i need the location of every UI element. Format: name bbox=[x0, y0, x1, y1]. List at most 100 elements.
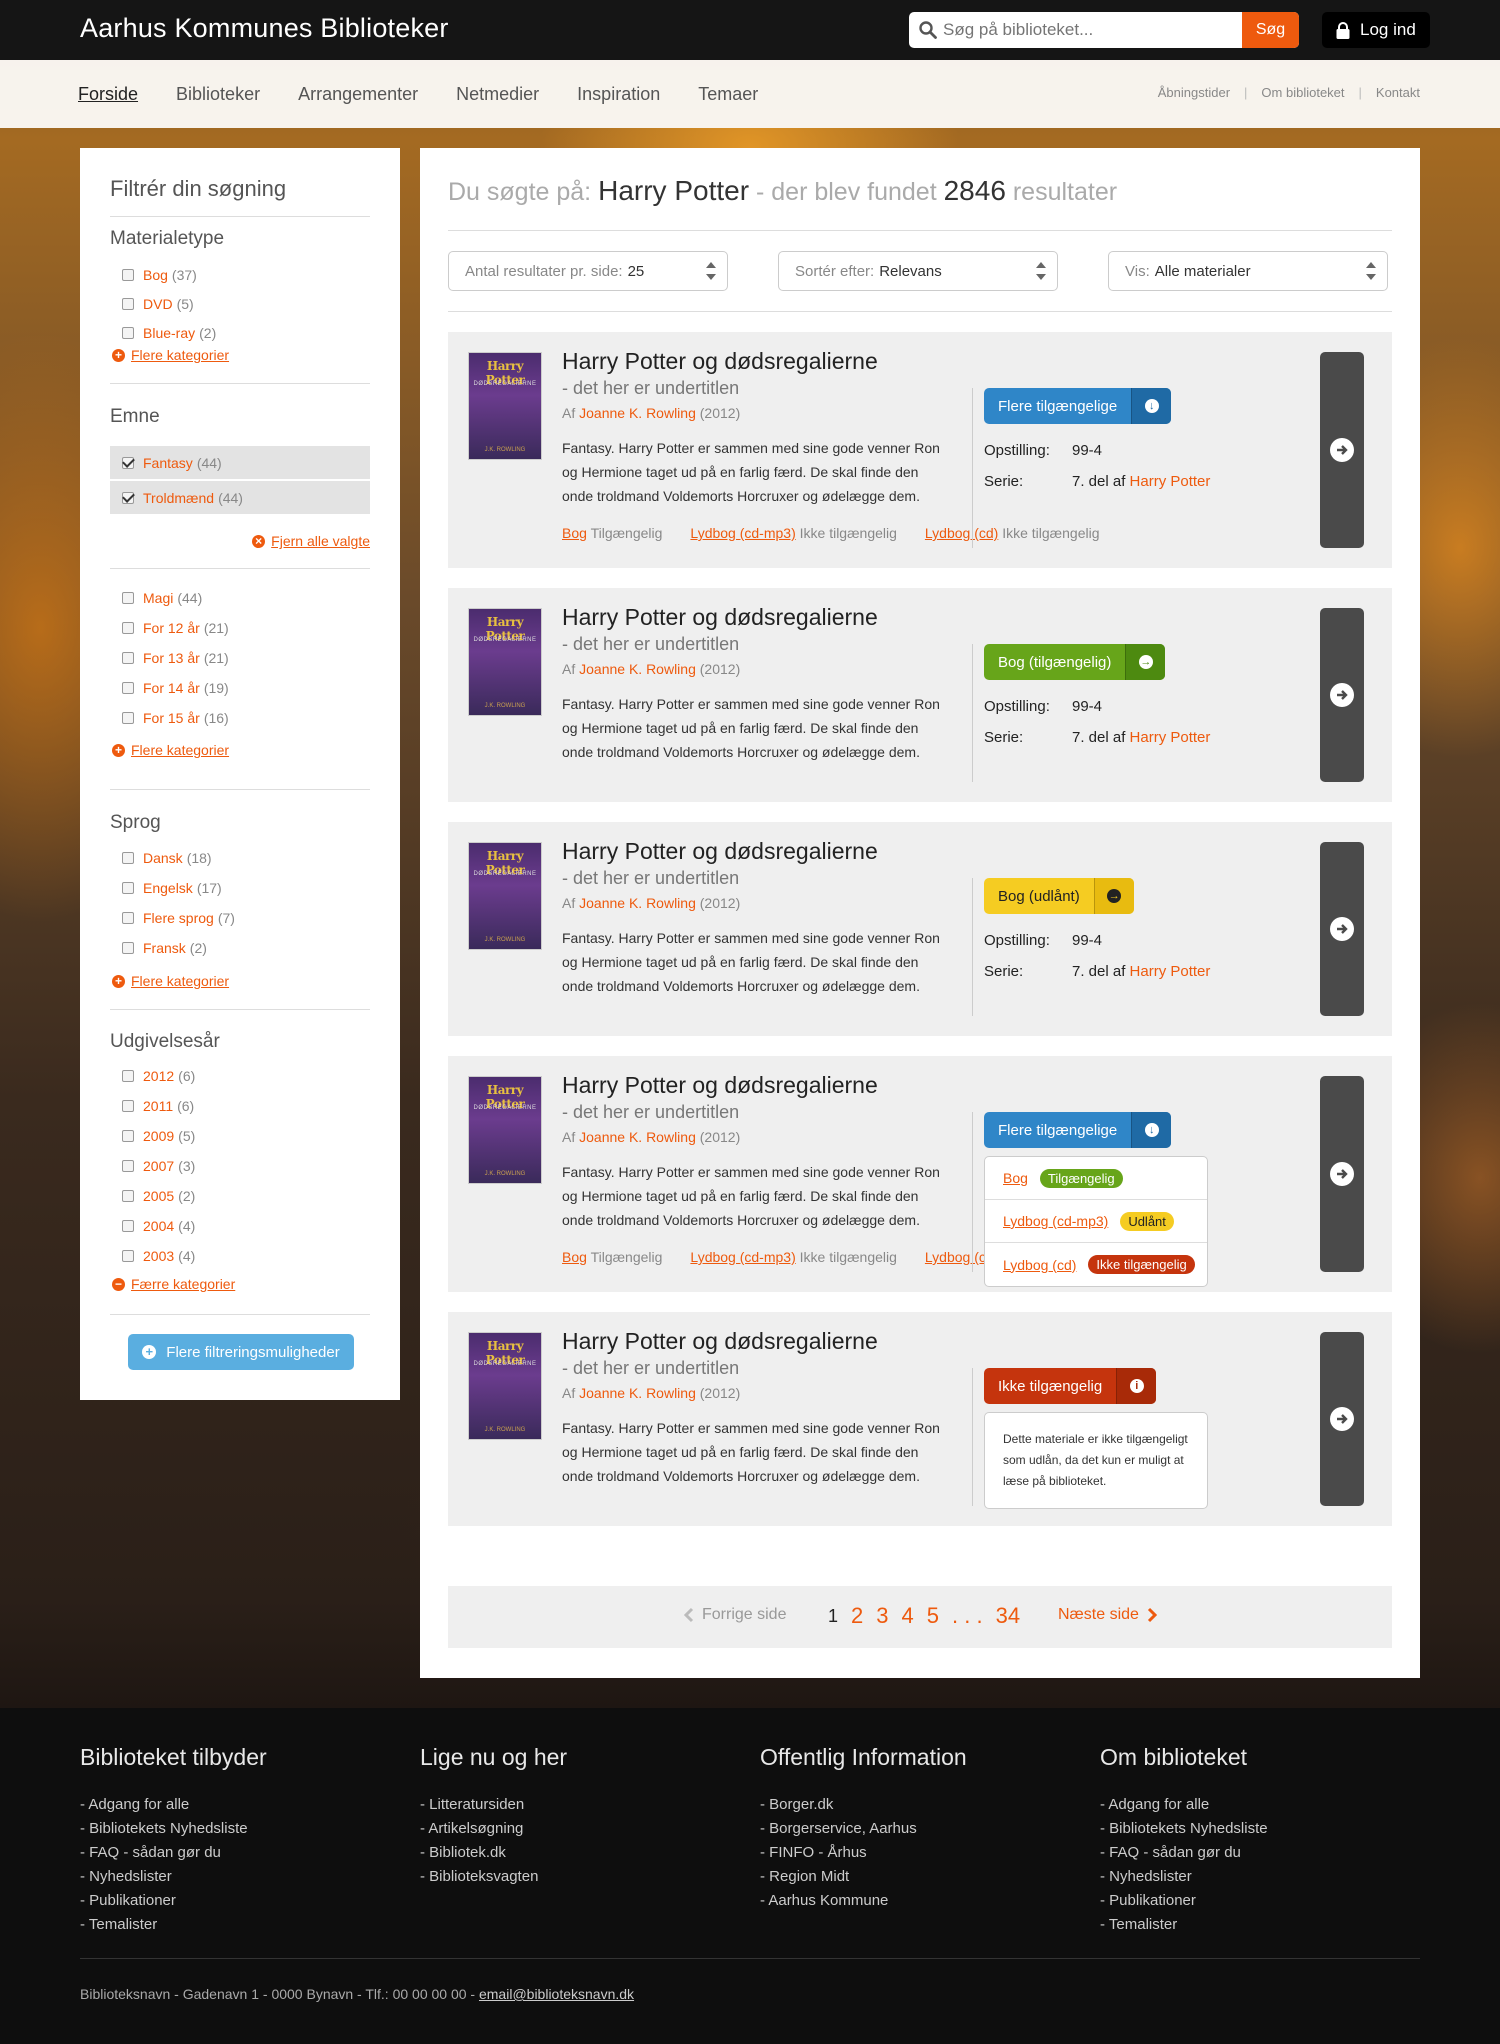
author-link[interactable]: Joanne K. Rowling bbox=[579, 661, 696, 677]
status-button[interactable]: Bog (udlånt) → bbox=[984, 878, 1134, 914]
checkbox[interactable] bbox=[122, 1130, 134, 1142]
next-page-link[interactable]: Næste side bbox=[1058, 1606, 1157, 1624]
filter-option[interactable]: Troldmænd (44) bbox=[110, 481, 370, 514]
author-link[interactable]: Joanne K. Rowling bbox=[579, 1385, 696, 1401]
filter-option[interactable]: For 12 år (21) bbox=[110, 618, 370, 638]
page-number-link[interactable]: 2 bbox=[851, 1603, 863, 1629]
author-link[interactable]: Joanne K. Rowling bbox=[579, 895, 696, 911]
nav-util-link[interactable]: Kontakt bbox=[1376, 85, 1420, 100]
series-link[interactable]: Harry Potter bbox=[1130, 963, 1211, 980]
footer-link[interactable]: - Borgerservice, Aarhus bbox=[760, 1817, 967, 1841]
footer-link[interactable]: - Nyhedslister bbox=[1100, 1865, 1268, 1889]
prev-page-link[interactable]: Forrige side bbox=[684, 1606, 786, 1624]
footer-link[interactable]: - Bibliotek.dk bbox=[420, 1841, 567, 1865]
checkbox[interactable] bbox=[122, 456, 134, 469]
search-button[interactable]: Søg bbox=[1242, 12, 1299, 48]
status-button[interactable]: Flere tilgængelige ↓ bbox=[984, 388, 1172, 424]
series-link[interactable]: Harry Potter bbox=[1130, 729, 1211, 746]
nav-util-link[interactable]: Åbningstider bbox=[1158, 85, 1230, 100]
results-select[interactable]: Vis: Alle materialer bbox=[1108, 251, 1388, 291]
footer-link[interactable]: - Bibliotekets Nyhedsliste bbox=[80, 1817, 267, 1841]
checkbox[interactable] bbox=[122, 1190, 134, 1202]
footer-link[interactable]: - Adgang for alle bbox=[1100, 1793, 1268, 1817]
book-cover[interactable]: Harry Potter DØDSREGALIERNE J.K. ROWLING bbox=[468, 608, 542, 716]
nav-item-arrangementer[interactable]: Arrangementer bbox=[298, 84, 418, 105]
page-number-link[interactable]: 1 bbox=[828, 1603, 838, 1629]
more-categories-link[interactable]: + Flere kategorier bbox=[112, 973, 229, 989]
page-number-link[interactable]: 34 bbox=[996, 1603, 1020, 1629]
more-categories-link[interactable]: + Flere kategorier bbox=[112, 347, 229, 363]
checkbox[interactable] bbox=[122, 712, 134, 724]
checkbox[interactable] bbox=[122, 852, 134, 864]
filter-option[interactable]: 2005 (2) bbox=[110, 1186, 370, 1206]
result-title[interactable]: Harry Potter og dødsregalierne bbox=[562, 348, 878, 375]
filter-option[interactable]: Dansk (18) bbox=[110, 848, 370, 868]
filter-option[interactable]: For 13 år (21) bbox=[110, 648, 370, 668]
filter-option[interactable]: 2012 (6) bbox=[110, 1066, 370, 1086]
footer-link[interactable]: - Temalister bbox=[1100, 1913, 1268, 1937]
footer-link[interactable]: - Litteratursiden bbox=[420, 1793, 567, 1817]
open-result-button[interactable] bbox=[1320, 352, 1364, 548]
result-title[interactable]: Harry Potter og dødsregalierne bbox=[562, 1328, 878, 1355]
more-filters-button[interactable]: + Flere filtreringsmuligheder bbox=[128, 1334, 354, 1370]
checkbox[interactable] bbox=[122, 882, 134, 894]
page-number-link[interactable]: 4 bbox=[902, 1603, 914, 1629]
nav-item-inspiration[interactable]: Inspiration bbox=[577, 84, 660, 105]
open-result-button[interactable] bbox=[1320, 608, 1364, 782]
checkbox[interactable] bbox=[122, 942, 134, 954]
filter-option[interactable]: Flere sprog (7) bbox=[110, 908, 370, 928]
footer-link[interactable]: - Temalister bbox=[80, 1913, 267, 1937]
status-button[interactable]: Bog (tilgængelig) → bbox=[984, 644, 1166, 680]
footer-link[interactable]: - Bibliotekets Nyhedsliste bbox=[1100, 1817, 1268, 1841]
status-button[interactable]: Flere tilgængelige ↓ bbox=[984, 1112, 1172, 1148]
checkbox[interactable] bbox=[122, 1160, 134, 1172]
filter-option[interactable]: 2004 (4) bbox=[110, 1216, 370, 1236]
more-categories-link[interactable]: − Færre kategorier bbox=[112, 1276, 235, 1292]
open-result-button[interactable] bbox=[1320, 1076, 1364, 1272]
material-link[interactable]: Bog bbox=[562, 525, 587, 541]
nav-util-link[interactable]: Om biblioteket bbox=[1261, 85, 1344, 100]
material-link[interactable]: Lydbog (cd-mp3) bbox=[690, 525, 795, 541]
email-link[interactable]: email@biblioteksnavn.dk bbox=[479, 1986, 634, 2002]
filter-option[interactable]: For 14 år (19) bbox=[110, 678, 370, 698]
footer-link[interactable]: - Nyhedslister bbox=[80, 1865, 267, 1889]
result-title[interactable]: Harry Potter og dødsregalierne bbox=[562, 1072, 878, 1099]
filter-option[interactable]: 2011 (6) bbox=[110, 1096, 370, 1116]
nav-item-biblioteker[interactable]: Biblioteker bbox=[176, 84, 260, 105]
footer-link[interactable]: - FAQ - sådan gør du bbox=[80, 1841, 267, 1865]
open-result-button[interactable] bbox=[1320, 1332, 1364, 1506]
checkbox[interactable] bbox=[122, 592, 134, 604]
book-cover[interactable]: Harry Potter DØDSREGALIERNE J.K. ROWLING bbox=[468, 842, 542, 950]
nav-item-temaer[interactable]: Temaer bbox=[698, 84, 758, 105]
status-button[interactable]: Ikke tilgængelig i bbox=[984, 1368, 1157, 1404]
footer-link[interactable]: - FINFO - Århus bbox=[760, 1841, 967, 1865]
checkbox[interactable] bbox=[122, 1100, 134, 1112]
book-cover[interactable]: Harry Potter DØDSREGALIERNE J.K. ROWLING bbox=[468, 352, 542, 460]
footer-link[interactable]: - FAQ - sådan gør du bbox=[1100, 1841, 1268, 1865]
checkbox[interactable] bbox=[122, 1220, 134, 1232]
checkbox[interactable] bbox=[122, 682, 134, 694]
footer-link[interactable]: - Biblioteksvagten bbox=[420, 1865, 567, 1889]
checkbox[interactable] bbox=[122, 491, 134, 504]
result-title[interactable]: Harry Potter og dødsregalierne bbox=[562, 838, 878, 865]
filter-option[interactable]: Fantasy (44) bbox=[110, 446, 370, 479]
checkbox[interactable] bbox=[122, 652, 134, 664]
filter-option[interactable]: For 15 år (16) bbox=[110, 708, 370, 728]
checkbox[interactable] bbox=[122, 327, 134, 339]
filter-option[interactable]: 2007 (3) bbox=[110, 1156, 370, 1176]
footer-link[interactable]: - Publikationer bbox=[80, 1889, 267, 1913]
page-number-link[interactable]: 5 bbox=[927, 1603, 939, 1629]
search-input[interactable] bbox=[943, 12, 1243, 48]
footer-link[interactable]: - Artikelsøgning bbox=[420, 1817, 567, 1841]
nav-item-forside[interactable]: Forside bbox=[78, 84, 138, 105]
site-title[interactable]: Aarhus Kommunes Biblioteker bbox=[80, 13, 449, 44]
filter-option[interactable]: DVD (5) bbox=[110, 294, 370, 314]
book-cover[interactable]: Harry Potter DØDSREGALIERNE J.K. ROWLING bbox=[468, 1076, 542, 1184]
filter-option[interactable]: 2009 (5) bbox=[110, 1126, 370, 1146]
checkbox[interactable] bbox=[122, 1250, 134, 1262]
filter-option[interactable]: Engelsk (17) bbox=[110, 878, 370, 898]
nav-item-netmedier[interactable]: Netmedier bbox=[456, 84, 539, 105]
results-select[interactable]: Antal resultater pr. side: 25 bbox=[448, 251, 728, 291]
remove-all-selected-link[interactable]: × Fjern alle valgte bbox=[252, 533, 370, 549]
book-cover[interactable]: Harry Potter DØDSREGALIERNE J.K. ROWLING bbox=[468, 1332, 542, 1440]
